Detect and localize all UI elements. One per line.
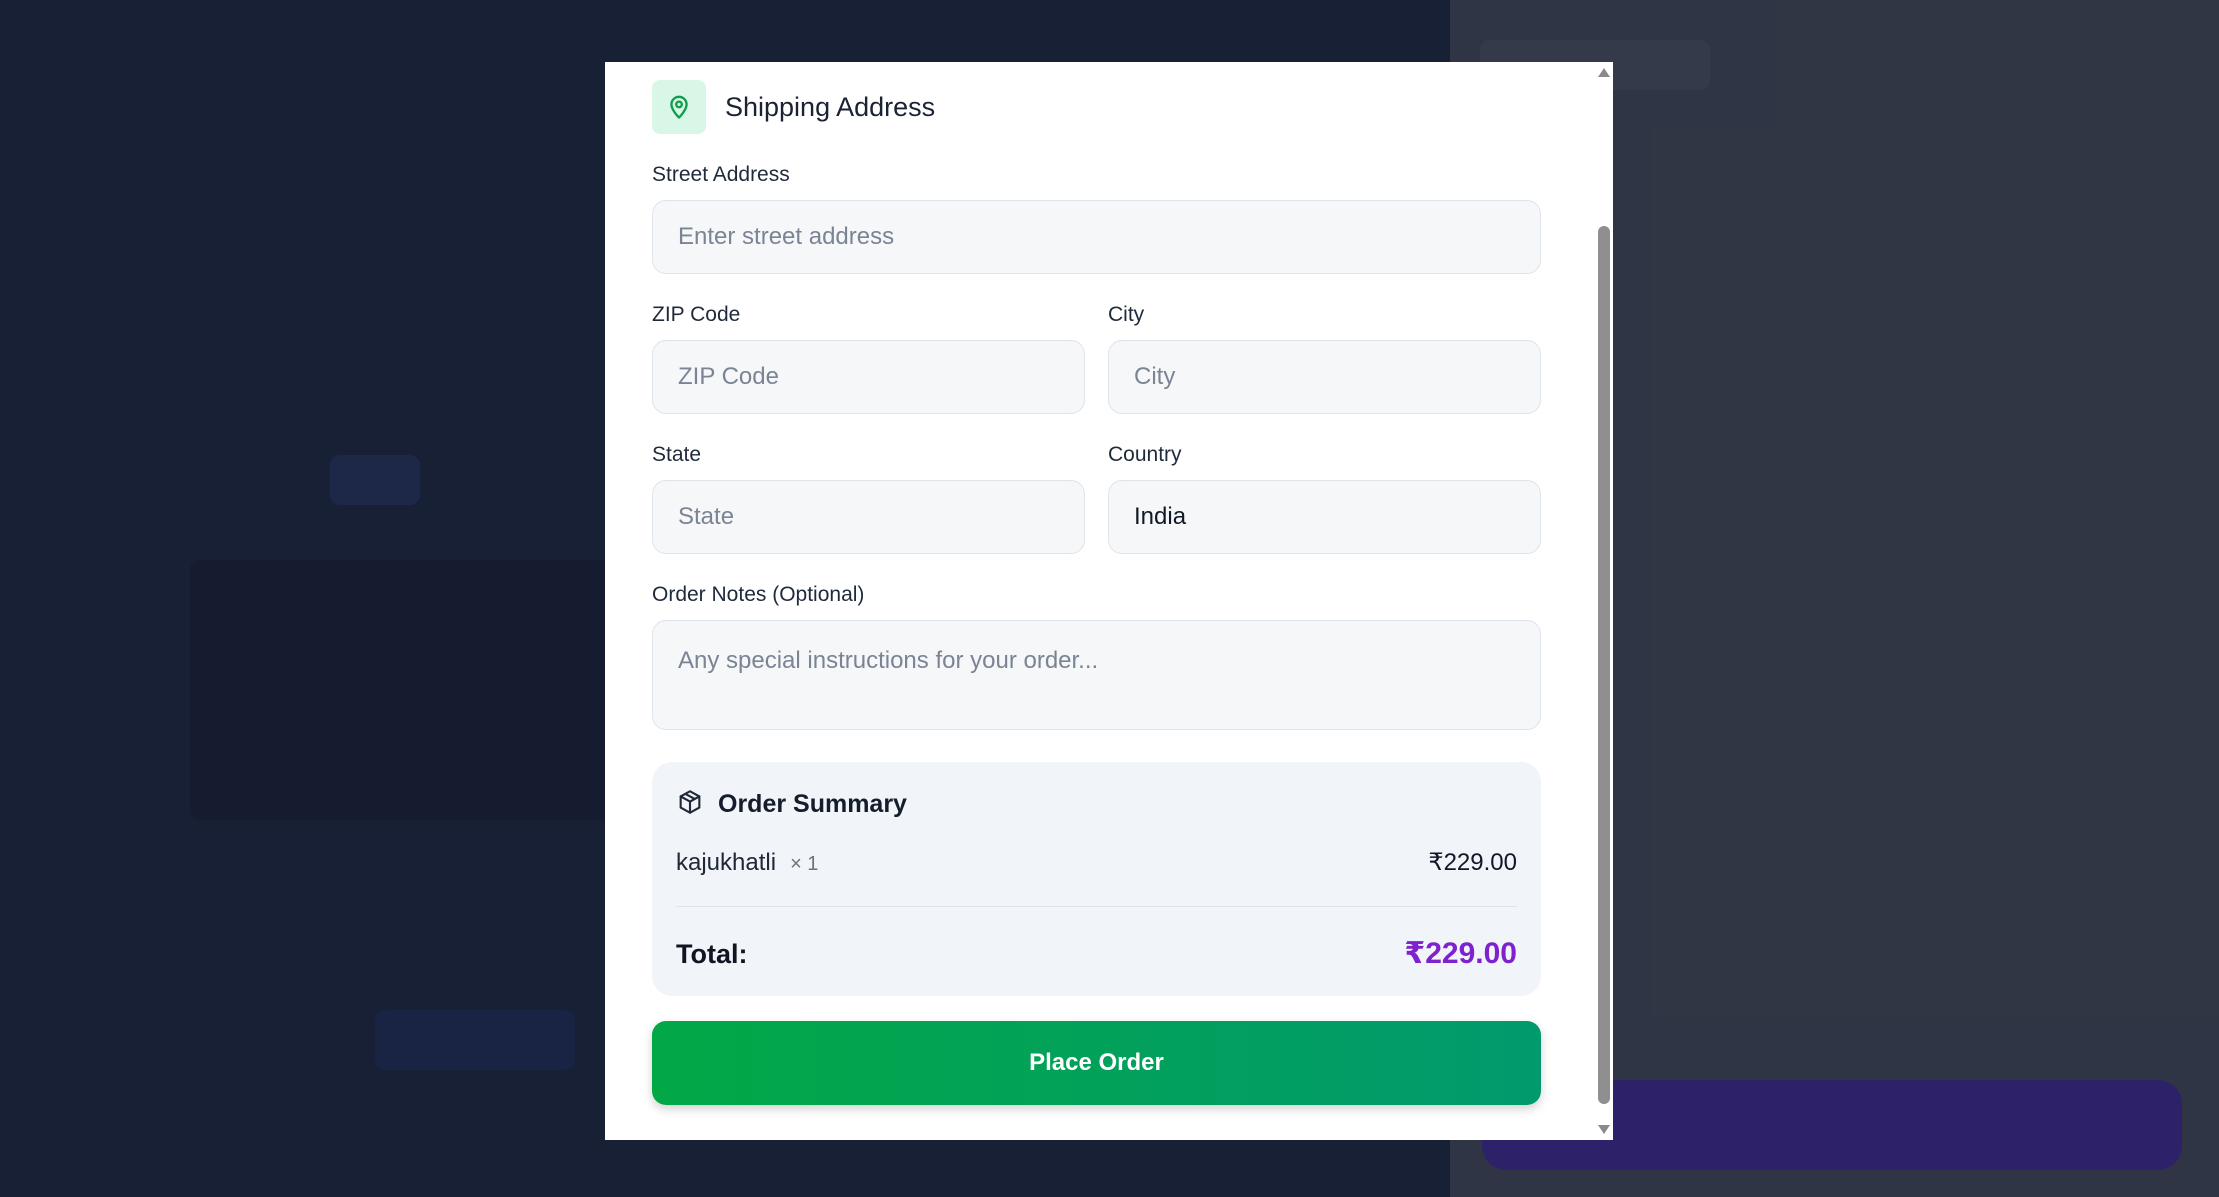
section-title: Shipping Address	[725, 91, 936, 122]
city-label: City	[1108, 303, 1145, 326]
state-input[interactable]: State	[652, 480, 1085, 554]
country-input[interactable]: India	[1108, 480, 1541, 554]
modal-content: Shipping Address Street Address Enter st…	[605, 62, 1593, 1140]
country-label: Country	[1108, 443, 1182, 466]
order-summary-header: Order Summary	[676, 788, 907, 821]
city-placeholder: City	[1134, 363, 1176, 390]
state-placeholder: State	[678, 503, 735, 530]
street-address-placeholder: Enter street address	[678, 223, 895, 250]
zip-code-placeholder: ZIP Code	[678, 363, 779, 390]
street-address-input[interactable]: Enter street address	[652, 200, 1541, 274]
order-notes-placeholder: Any special instructions for your order.…	[678, 647, 1099, 674]
checkout-modal: Shipping Address Street Address Enter st…	[605, 62, 1613, 1140]
shipping-address-header: Shipping Address	[652, 80, 935, 134]
item-quantity: × 1	[790, 853, 819, 875]
modal-scrollbar[interactable]	[1593, 62, 1613, 1140]
total-label: Total:	[676, 939, 748, 969]
order-summary-title: Order Summary	[718, 790, 907, 818]
map-pin-icon	[652, 80, 706, 134]
order-notes-textarea[interactable]: Any special instructions for your order.…	[652, 620, 1541, 730]
total-value: ₹229.00	[1404, 937, 1517, 970]
scrollbar-thumb[interactable]	[1598, 226, 1610, 1104]
order-notes-label: Order Notes (Optional)	[652, 583, 865, 606]
street-address-label: Street Address	[652, 163, 790, 186]
package-icon	[676, 788, 704, 821]
country-value: India	[1134, 503, 1187, 530]
order-summary-card: Order Summary kajukhatli × 1 ₹229.00 Tot…	[652, 762, 1541, 996]
scroll-up-arrow-icon[interactable]	[1598, 68, 1610, 77]
zip-code-label: ZIP Code	[652, 303, 741, 326]
zip-code-input[interactable]: ZIP Code	[652, 340, 1085, 414]
item-name: kajukhatli	[676, 849, 777, 876]
summary-divider	[676, 906, 1517, 907]
scroll-down-arrow-icon[interactable]	[1598, 1125, 1610, 1134]
total-row: Total: ₹229.00	[676, 936, 1517, 971]
city-input[interactable]: City	[1108, 340, 1541, 414]
list-item: kajukhatli × 1 ₹229.00	[676, 848, 1517, 877]
state-label: State	[652, 443, 702, 466]
place-order-button[interactable]: Place Order	[652, 1021, 1541, 1105]
item-price: ₹229.00	[1428, 849, 1517, 876]
